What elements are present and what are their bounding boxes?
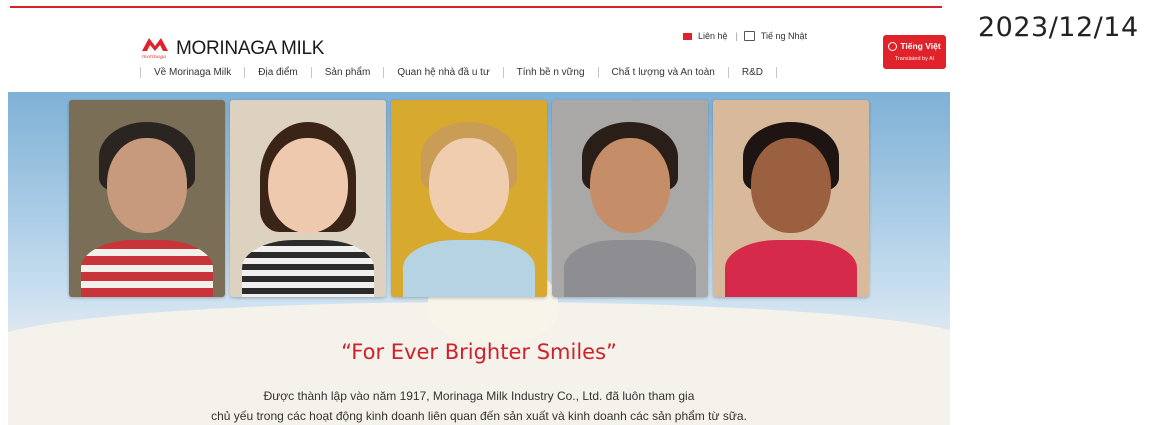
utility-divider: | bbox=[735, 31, 738, 41]
portrait-elderly-woman bbox=[69, 100, 225, 297]
globe-icon bbox=[888, 41, 898, 51]
hero-banner: “For Ever Brighter Smiles” Được thành lậ… bbox=[8, 92, 950, 425]
nav-item-sustainability[interactable]: Tính bề n vững bbox=[504, 67, 598, 78]
date-stamp: 2023/12/14 bbox=[978, 12, 1139, 43]
portrait-young-woman bbox=[230, 100, 386, 297]
nav-item-products[interactable]: Sản phẩm bbox=[312, 67, 384, 78]
brand-name: MORINAGA MILK bbox=[176, 38, 325, 59]
language-select-button[interactable]: Tiếng Việt Translated by AI bbox=[883, 35, 946, 69]
portrait-man bbox=[552, 100, 708, 297]
main-nav: Về Morinaga Milk Địa điểm Sản phẩm Quan … bbox=[140, 67, 777, 78]
utility-links: Liên hệ | Tiế ng Nhật bbox=[683, 31, 807, 41]
hero-slogan: “For Ever Brighter Smiles” bbox=[341, 340, 617, 364]
language-link-japanese[interactable]: Tiế ng Nhật bbox=[761, 31, 807, 41]
hero-description-line-1: Được thành lập vào năm 1917, Morinaga Mi… bbox=[263, 389, 695, 403]
site-logo[interactable]: morinaga MORINAGA MILK bbox=[140, 35, 325, 60]
language-button-label: Tiếng Việt bbox=[900, 41, 941, 51]
morinaga-logo-icon: morinaga bbox=[140, 35, 172, 60]
language-button-sublabel: Translated by AI bbox=[894, 56, 935, 62]
window-icon bbox=[743, 31, 755, 41]
portrait-child bbox=[713, 100, 869, 297]
top-red-rule bbox=[10, 6, 942, 8]
logo-script: morinaga bbox=[142, 54, 166, 59]
hero-description-line-2: chủ yếu trong các hoạt động kinh doanh l… bbox=[211, 409, 747, 423]
nav-item-rnd[interactable]: R&D bbox=[729, 67, 776, 78]
nav-item-locations[interactable]: Địa điểm bbox=[245, 67, 310, 78]
portrait-baby bbox=[391, 100, 547, 297]
hero-description: Được thành lập vào năm 1917, Morinaga Mi… bbox=[8, 386, 950, 425]
nav-item-investor-relations[interactable]: Quan hệ nhà đầ u tư bbox=[384, 67, 502, 78]
contact-link[interactable]: Liên hệ bbox=[698, 31, 728, 41]
mail-icon bbox=[683, 32, 692, 40]
nav-item-about[interactable]: Về Morinaga Milk bbox=[141, 67, 244, 78]
nav-item-quality-safety[interactable]: Chấ t lượng và An toàn bbox=[599, 67, 728, 78]
